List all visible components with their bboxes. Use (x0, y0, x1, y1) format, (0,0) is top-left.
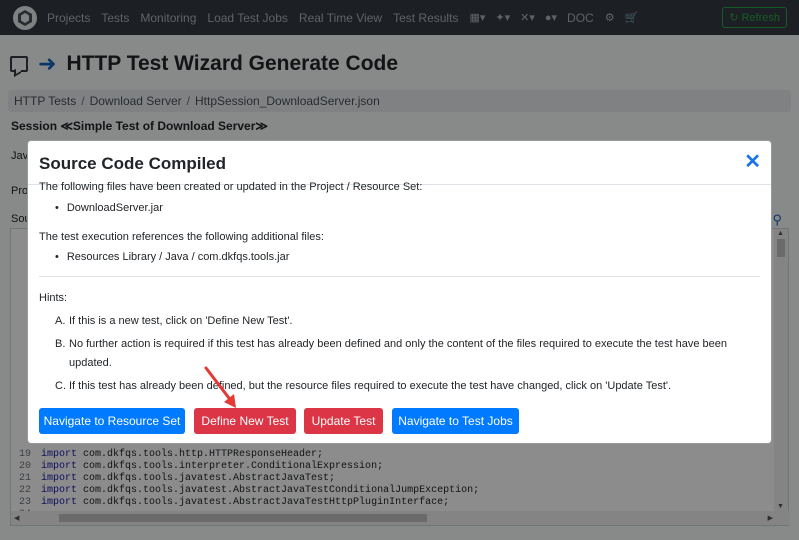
annotation-arrow-icon (204, 366, 236, 408)
created-files-intro: The following files have been created or… (39, 181, 423, 193)
hint-c: C. If this test has already been defined,… (55, 380, 672, 392)
created-file-item: DownloadServer.jar (55, 202, 163, 214)
close-icon[interactable]: ✕ (744, 152, 761, 172)
hints-label: Hints: (39, 292, 68, 304)
update-test-button[interactable]: Update Test (304, 408, 383, 434)
define-new-test-button[interactable]: Define New Test (194, 408, 296, 434)
hint-a: A. If this is a new test, click on 'Defin… (55, 315, 293, 327)
reference-file-item: Resources Library / Java / com.dkfqs.too… (55, 251, 290, 263)
source-code-compiled-dialog: Source Code Compiled ✕ The following fil… (27, 140, 772, 444)
navigate-to-resource-set-button[interactable]: Navigate to Resource Set (39, 408, 185, 434)
hint-b: B. No further action is required if this … (55, 338, 727, 369)
divider (39, 276, 760, 277)
navigate-to-test-jobs-button[interactable]: Navigate to Test Jobs (392, 408, 519, 434)
modal-title: Source Code Compiled (39, 154, 227, 173)
modal-header: Source Code Compiled ✕ (28, 141, 771, 185)
references-intro: The test execution references the follow… (39, 231, 324, 243)
